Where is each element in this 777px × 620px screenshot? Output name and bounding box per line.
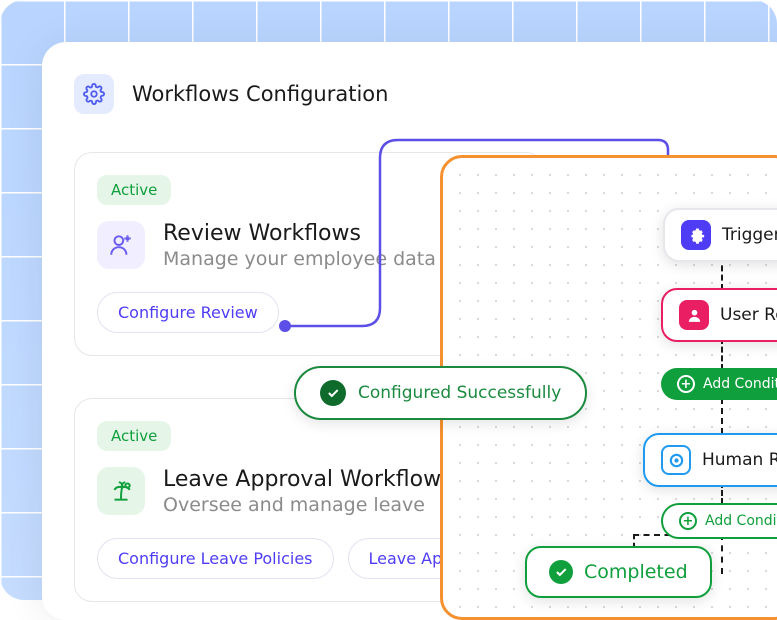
plus-icon: + <box>677 375 695 393</box>
connection-line <box>721 398 723 434</box>
add-condition-button[interactable]: + Add Condition <box>661 503 777 539</box>
node-label: Human Resource ( <box>702 450 777 470</box>
user-plus-icon <box>97 221 145 269</box>
plus-icon: + <box>679 512 697 530</box>
user-icon <box>679 300 709 330</box>
button-label: Add Condition <box>703 376 777 392</box>
toast-message: Configured Successfully <box>358 383 561 403</box>
connector-dot <box>279 320 291 332</box>
gear-icon <box>74 74 114 114</box>
palm-tree-icon <box>97 467 145 515</box>
connection-line <box>721 534 723 574</box>
gear-icon <box>681 220 711 250</box>
configure-leave-button[interactable]: Configure Leave Policies <box>97 538 334 579</box>
button-label: Add Condition <box>705 513 777 529</box>
page-header: Workflows Configuration <box>74 74 388 114</box>
user-role-node[interactable]: User Role <box>661 288 777 342</box>
add-condition-button[interactable]: + Add Condition <box>661 368 777 400</box>
status-badge: Active <box>97 421 171 451</box>
target-icon <box>661 445 691 475</box>
check-circle-icon <box>549 560 573 584</box>
configure-review-button[interactable]: Configure Review <box>97 292 279 333</box>
human-resource-node[interactable]: Human Resource ( <box>643 433 777 487</box>
node-label: Trigger <box>722 225 777 245</box>
status-badge: Active <box>97 175 171 205</box>
node-label: User Role <box>720 305 777 325</box>
node-label: Completed <box>584 561 688 583</box>
check-circle-icon <box>320 380 346 406</box>
page-title: Workflows Configuration <box>132 82 388 106</box>
trigger-node[interactable]: Trigger <box>663 208 777 262</box>
completed-node[interactable]: Completed <box>525 546 712 598</box>
connection-line <box>721 338 723 370</box>
success-toast: Configured Successfully <box>294 366 587 420</box>
